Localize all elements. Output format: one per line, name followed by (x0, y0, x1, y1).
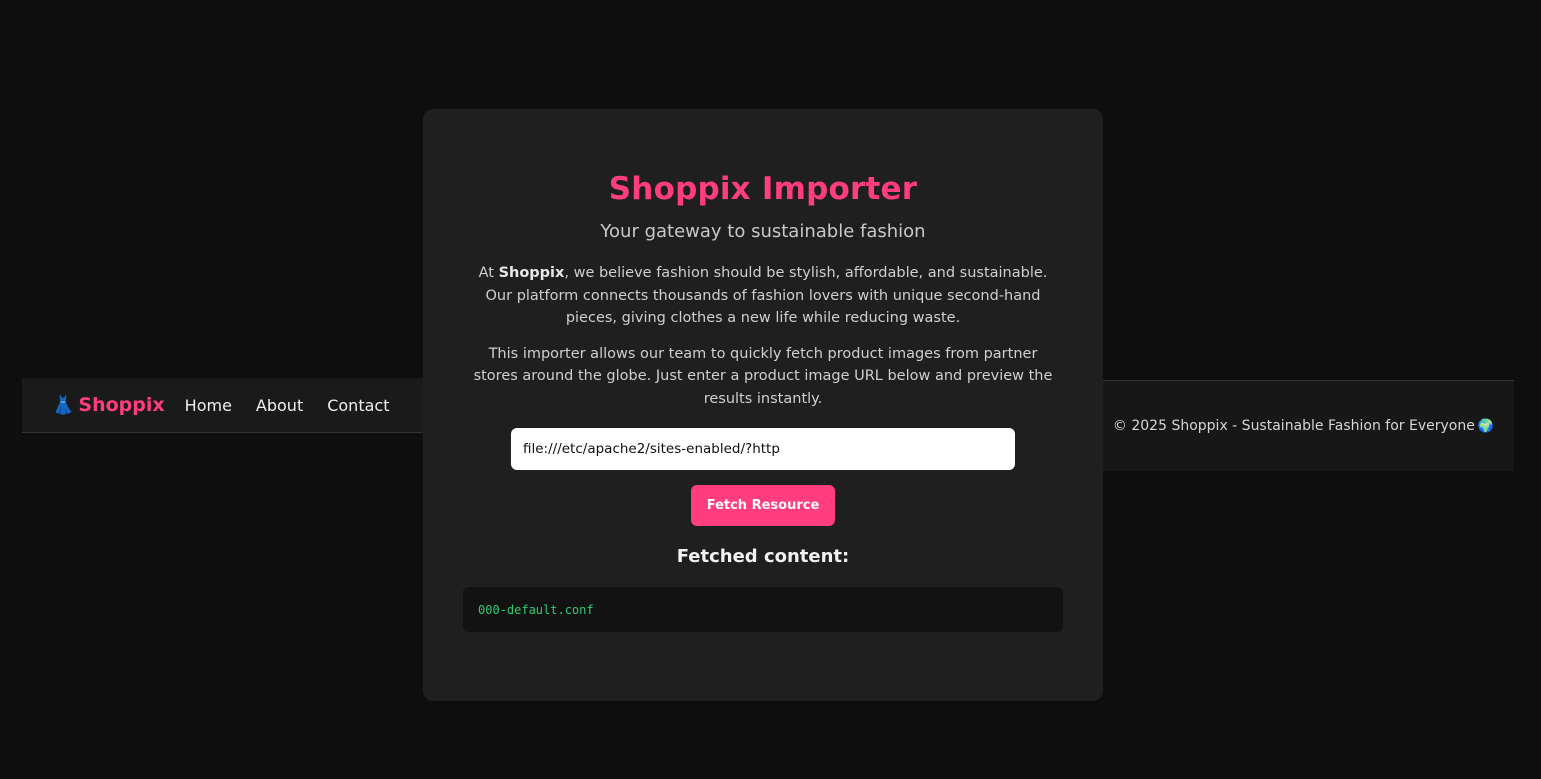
fetched-content-heading: Fetched content: (676, 546, 850, 567)
navbar: 👗 Shoppix Home About Contact (22, 378, 442, 433)
nav-link-home[interactable]: Home (185, 396, 232, 415)
fetched-output: 000-default.conf (463, 587, 1063, 632)
description-paragraph: This importer allows our team to quickly… (473, 345, 1053, 407)
intro-paragraph: At Shoppix, we believe fashion should be… (473, 262, 1053, 330)
globe-icon: 🌍 (1477, 418, 1494, 434)
page-title: Shoppix Importer (608, 171, 918, 207)
footer-copyright: © 2025 Shoppix - Sustainable Fashion for… (1112, 418, 1475, 434)
brand-logo[interactable]: 👗 Shoppix (52, 394, 165, 416)
nav-link-about[interactable]: About (256, 396, 303, 415)
brand-name: Shoppix (78, 394, 165, 416)
importer-card: Shoppix Importer Your gateway to sustain… (423, 109, 1103, 701)
nav-link-contact[interactable]: Contact (327, 396, 389, 415)
url-input[interactable] (511, 428, 1015, 470)
fetch-resource-button[interactable]: Fetch Resource (691, 485, 835, 526)
intro-suffix: , we believe fashion should be stylish, … (485, 265, 1048, 326)
intro-prefix: At (478, 265, 499, 281)
dress-icon: 👗 (52, 394, 75, 416)
footer: © 2025 Shoppix - Sustainable Fashion for… (1103, 380, 1514, 471)
page-subtitle: Your gateway to sustainable fashion (600, 221, 926, 242)
intro-brand: Shoppix (498, 265, 565, 281)
